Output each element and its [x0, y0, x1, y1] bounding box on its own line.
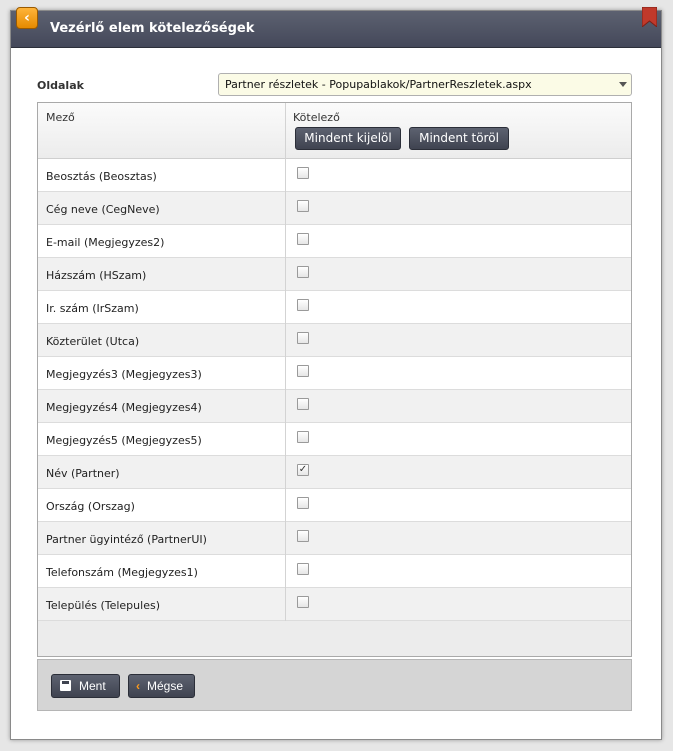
table-row: Házszám (HSzam) — [38, 258, 631, 291]
title-bar: ‹ Vezérlő elem kötelezőségek — [11, 7, 661, 48]
window-title: Vezérlő elem kötelezőségek — [50, 21, 255, 36]
required-checkbox[interactable]: ✓ — [297, 464, 309, 476]
chevron-left-icon: ‹ — [24, 10, 30, 26]
table-row: Cég neve (CegNeve) — [38, 192, 631, 225]
action-bar: Ment ‹ Mégse — [37, 659, 632, 711]
field-label: Megjegyzés3 (Megjegyzes3) — [46, 368, 202, 381]
field-label: Beosztás (Beosztas) — [46, 170, 157, 183]
field-label: Telefonszám (Megjegyzes1) — [46, 566, 198, 579]
checkmark-icon: ✓ — [298, 464, 308, 475]
field-label: Megjegyzés4 (Megjegyzes4) — [46, 401, 202, 414]
table-row: Partner ügyintéző (PartnerUI) — [38, 522, 631, 555]
pages-label: Oldalak — [37, 79, 84, 92]
page-select[interactable]: Partner részletek - Popupablakok/Partner… — [218, 73, 632, 96]
clear-all-button[interactable]: Mindent töröl — [409, 127, 509, 150]
required-fields-grid: Mező Kötelező Mindent kijelöl Mindent tö… — [37, 102, 632, 657]
page-select-value: Partner részletek - Popupablakok/Partner… — [225, 78, 532, 91]
field-label: Közterület (Utca) — [46, 335, 140, 348]
required-checkbox[interactable] — [297, 563, 309, 575]
required-checkbox[interactable] — [297, 266, 309, 278]
required-checkbox[interactable] — [297, 530, 309, 542]
column-header-field: Mező — [46, 111, 75, 124]
table-row: Név (Partner) ✓ — [38, 456, 631, 489]
required-checkbox[interactable] — [297, 233, 309, 245]
select-all-button[interactable]: Mindent kijelöl — [295, 127, 401, 150]
field-label: Megjegyzés5 (Megjegyzes5) — [46, 434, 202, 447]
save-button[interactable]: Ment — [51, 674, 120, 698]
cancel-button[interactable]: ‹ Mégse — [128, 674, 195, 698]
field-label: Partner ügyintéző (PartnerUI) — [46, 533, 207, 546]
required-checkbox[interactable] — [297, 398, 309, 410]
field-label: Cég neve (CegNeve) — [46, 203, 160, 216]
field-label: Ország (Orszag) — [46, 500, 135, 513]
table-row: Megjegyzés5 (Megjegyzes5) — [38, 423, 631, 456]
table-row: Ir. szám (IrSzam) — [38, 291, 631, 324]
required-checkbox[interactable] — [297, 431, 309, 443]
required-checkbox[interactable] — [297, 497, 309, 509]
grid-header: Mező Kötelező Mindent kijelöl Mindent tö… — [38, 103, 631, 159]
table-row: Település (Telepules) — [38, 588, 631, 621]
column-header-required: Kötelező — [293, 111, 340, 124]
required-checkbox[interactable] — [297, 200, 309, 212]
field-label: E-mail (Megjegyzes2) — [46, 236, 165, 249]
required-checkbox[interactable] — [297, 167, 309, 179]
table-row: Közterület (Utca) — [38, 324, 631, 357]
field-label: Település (Telepules) — [46, 599, 160, 612]
grid-footer — [38, 621, 631, 656]
floppy-disk-icon — [60, 680, 71, 691]
back-button[interactable]: ‹ — [16, 7, 38, 29]
required-checkbox[interactable] — [297, 299, 309, 311]
required-checkbox[interactable] — [297, 596, 309, 608]
table-row: Megjegyzés4 (Megjegyzes4) — [38, 390, 631, 423]
chevron-left-icon: ‹ — [136, 679, 140, 693]
bookmark-icon[interactable] — [642, 7, 657, 27]
table-row: Ország (Orszag) — [38, 489, 631, 522]
save-label: Ment — [79, 679, 106, 693]
table-row: Telefonszám (Megjegyzes1) — [38, 555, 631, 588]
column-divider — [285, 103, 286, 621]
required-checkbox[interactable] — [297, 332, 309, 344]
field-label: Név (Partner) — [46, 467, 120, 480]
field-label: Házszám (HSzam) — [46, 269, 147, 282]
cancel-label: Mégse — [147, 679, 184, 693]
field-label: Ir. szám (IrSzam) — [46, 302, 139, 315]
table-row: E-mail (Megjegyzes2) — [38, 225, 631, 258]
chevron-down-icon[interactable] — [619, 82, 627, 87]
table-row: Beosztás (Beosztas) — [38, 159, 631, 192]
table-row: Megjegyzés3 (Megjegyzes3) — [38, 357, 631, 390]
required-checkbox[interactable] — [297, 365, 309, 377]
dialog-window: ‹ Vezérlő elem kötelezőségek Oldalak Par… — [10, 7, 662, 740]
